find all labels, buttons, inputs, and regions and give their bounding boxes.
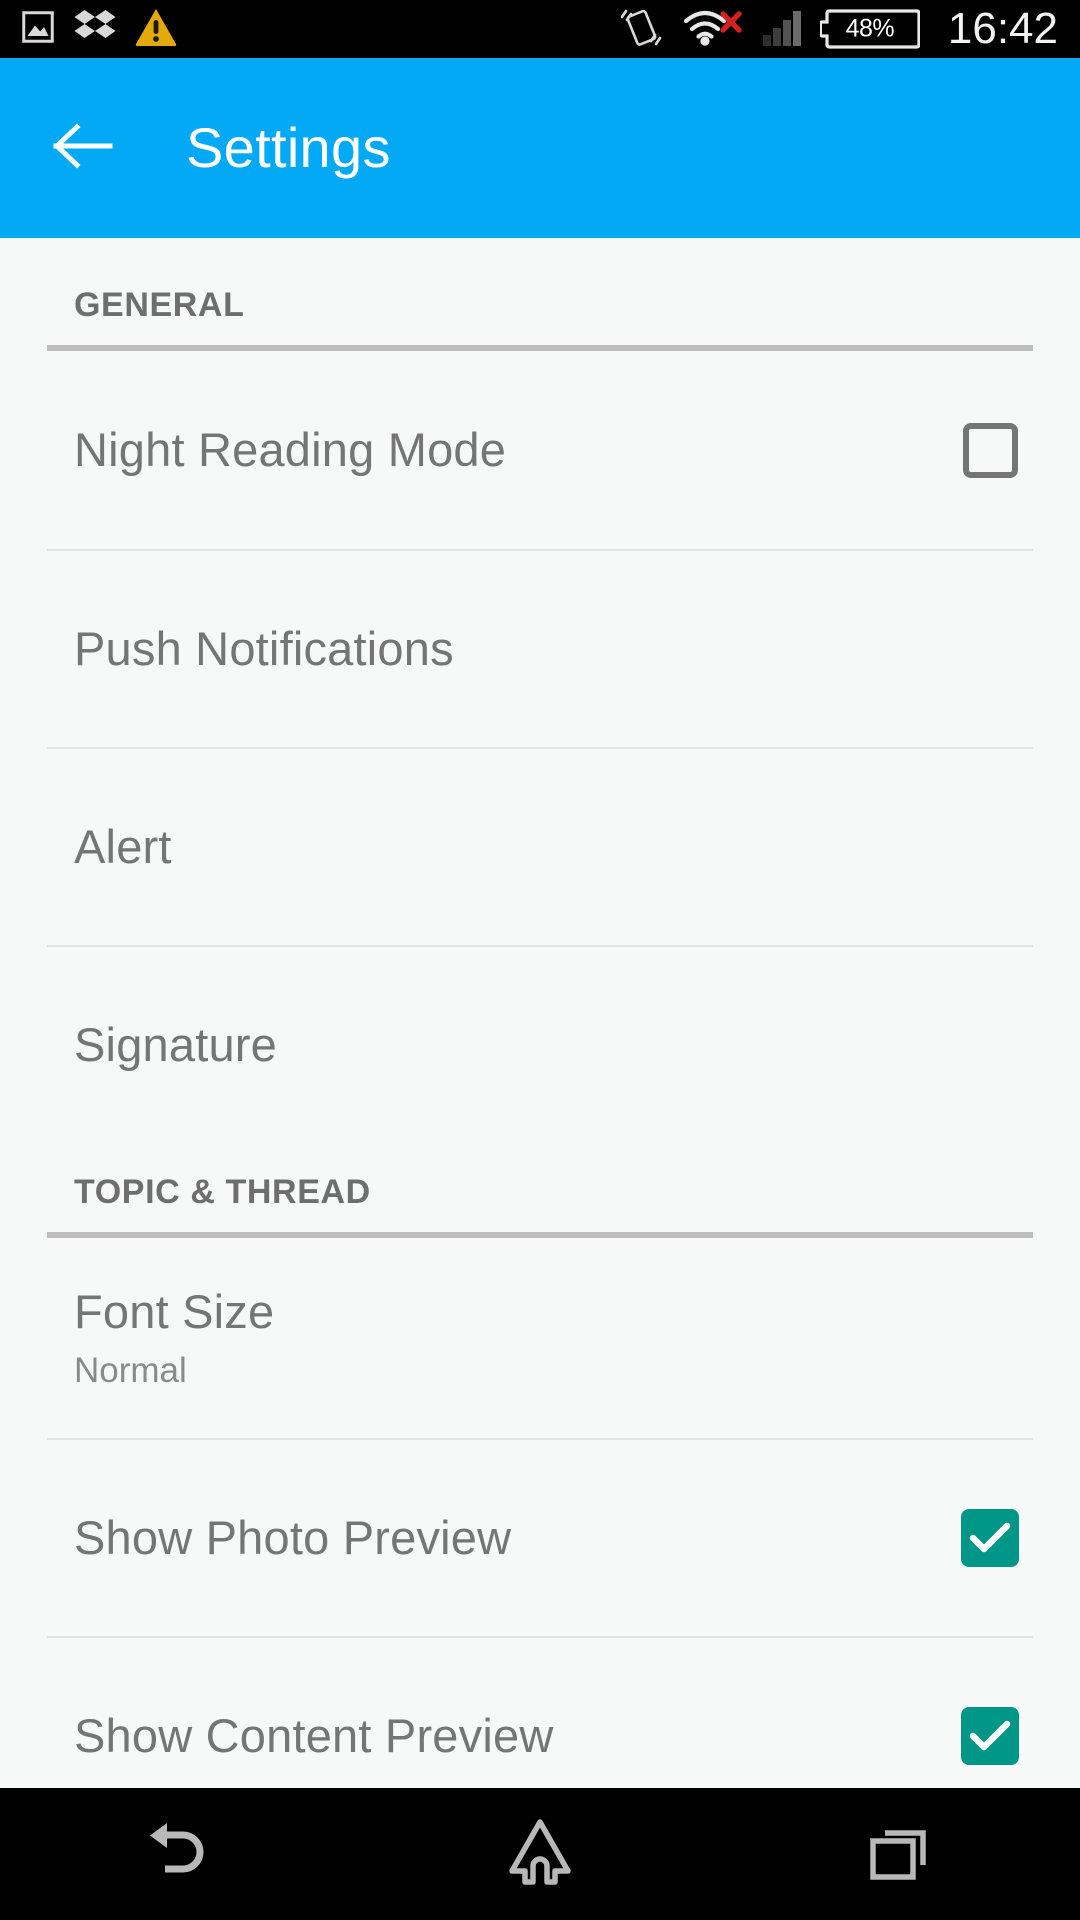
- checkbox-checked-icon: [961, 1707, 1019, 1765]
- nav-home-icon: [508, 1818, 572, 1890]
- checkbox-checked-icon: [961, 1509, 1019, 1567]
- setting-label: Font Size: [74, 1284, 275, 1338]
- nav-recents-icon: [867, 1821, 933, 1888]
- setting-label: Night Reading Mode: [74, 423, 507, 477]
- setting-row-night-reading-mode[interactable]: Night Reading Mode: [0, 351, 1080, 549]
- setting-row-push-notifications[interactable]: Push Notifications: [0, 551, 1080, 747]
- setting-label: Signature: [74, 1018, 277, 1072]
- nav-back-button[interactable]: [0, 1788, 360, 1920]
- warning-icon: [134, 7, 178, 52]
- nav-back-icon: [145, 1821, 215, 1888]
- setting-label: Show Content Preview: [74, 1709, 554, 1763]
- setting-row-font-size[interactable]: Font Size Normal: [0, 1238, 1080, 1438]
- setting-value: Normal: [74, 1350, 187, 1390]
- android-navigation-bar: [0, 1788, 1080, 1920]
- back-arrow-icon: [52, 121, 114, 176]
- setting-row-alert[interactable]: Alert: [0, 749, 1080, 945]
- show-content-preview-checkbox[interactable]: [961, 1707, 1019, 1765]
- no-signal-x-icon: [718, 9, 744, 40]
- setting-label: Show Photo Preview: [74, 1511, 512, 1565]
- setting-label: Alert: [74, 820, 172, 874]
- dropbox-icon: [74, 8, 116, 51]
- battery-percent-label: 48%: [845, 14, 895, 43]
- setting-row-show-content-preview[interactable]: Show Content Preview: [0, 1638, 1080, 1788]
- status-bar-right-icons: 48% 16:42: [616, 5, 1058, 54]
- battery-icon: 48%: [819, 5, 920, 53]
- night-reading-mode-checkbox[interactable]: [961, 421, 1019, 479]
- setting-row-signature[interactable]: Signature: [0, 947, 1080, 1143]
- settings-list: GENERAL Night Reading Mode Push Notifica…: [0, 238, 1080, 1788]
- show-photo-preview-checkbox[interactable]: [961, 1509, 1019, 1567]
- vibrate-icon: [616, 5, 666, 54]
- status-bar-left-icons: [20, 7, 178, 52]
- section-header-general: GENERAL: [74, 286, 245, 324]
- phone-screen: 48% 16:42 Settings GENERAL Night Reading…: [0, 0, 1080, 1920]
- section-header-topic-thread: TOPIC & THREAD: [74, 1173, 371, 1211]
- status-bar-clock: 16:42: [947, 4, 1058, 53]
- nav-home-button[interactable]: [360, 1788, 720, 1920]
- back-button[interactable]: [48, 113, 118, 183]
- status-bar: 48% 16:42: [0, 0, 1080, 58]
- setting-row-show-photo-preview[interactable]: Show Photo Preview: [0, 1440, 1080, 1636]
- page-title: Settings: [186, 116, 391, 179]
- cellular-signal-icon: [762, 7, 804, 52]
- nav-recents-button[interactable]: [720, 1788, 1080, 1920]
- photo-icon: [20, 9, 56, 50]
- setting-label: Push Notifications: [74, 622, 454, 676]
- checkbox-unchecked-icon: [962, 422, 1018, 478]
- app-bar: Settings: [0, 58, 1080, 238]
